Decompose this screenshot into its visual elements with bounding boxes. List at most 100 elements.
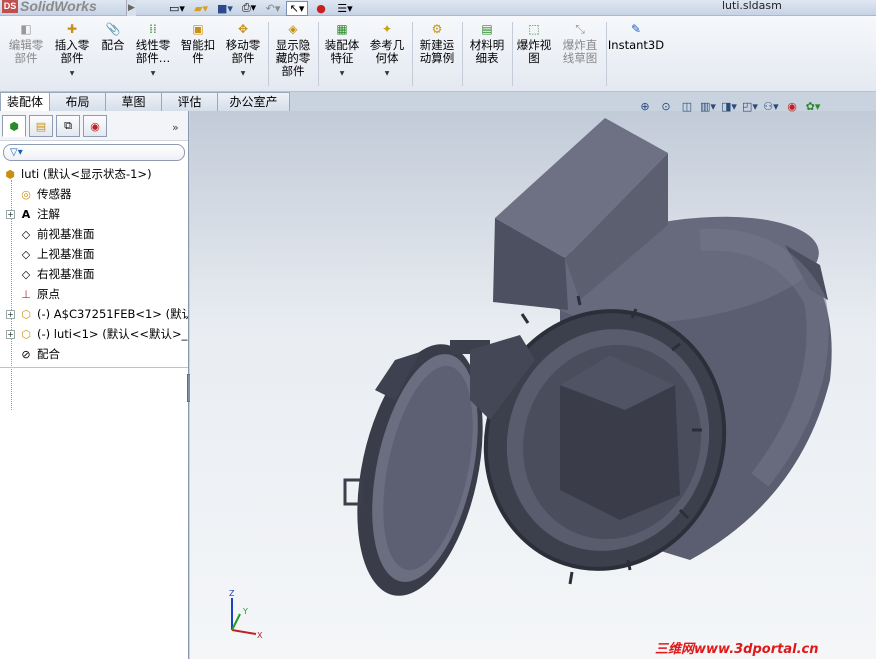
part-icon: ⬡ [21, 327, 31, 341]
new-motion-study-button[interactable]: ⚙ 新建运 动算例 [416, 20, 458, 65]
display-manager-tab-icon[interactable]: ◉ [83, 115, 107, 137]
move-component-icon: ✥ [237, 21, 249, 36]
hide-show-items-icon[interactable]: ⚇▾ [762, 97, 780, 115]
tab-sketch[interactable]: 草图 [105, 92, 163, 111]
edit-part-icon: ◧ [20, 21, 32, 36]
mate-button[interactable]: 📎 配合 [98, 20, 128, 52]
plane-icon: ◇ [21, 267, 31, 281]
tree-item-sensors[interactable]: ◎ 传感器 [0, 184, 188, 204]
heads-up-toolbar: ⊕ ⊙ ◫ ▥▾ ◨▾ ◰▾ ⚇▾ ◉ ✿▾ [636, 97, 822, 115]
dropdown-arrow-icon[interactable]: ▼ [385, 67, 390, 80]
print-icon[interactable]: ⎙▾ [238, 1, 260, 16]
tab-evaluate[interactable]: 评估 [161, 92, 219, 111]
separator [268, 22, 269, 86]
app-name: SolidWorks [20, 0, 97, 14]
property-manager-tab-icon[interactable]: ▤ [29, 115, 53, 137]
rebuild-icon[interactable]: ● [310, 1, 332, 16]
separator [318, 22, 319, 86]
feature-manager-tab-icon[interactable]: ⬢ [2, 115, 26, 137]
tree-item-top-plane[interactable]: ◇ 上视基准面 [0, 244, 188, 264]
undo-icon[interactable]: ↶▾ [262, 1, 284, 16]
previous-view-icon[interactable]: ◫ [678, 97, 696, 115]
axis-x-label: X [257, 631, 263, 640]
exploded-view-icon: ⬚ [528, 21, 540, 36]
explode-line-sketch-icon: ⤡ [575, 21, 585, 36]
expand-icon[interactable]: + [6, 309, 15, 319]
dropdown-arrow-icon[interactable]: ▼ [151, 67, 156, 80]
dropdown-arrow-icon[interactable]: ▼ [340, 67, 345, 80]
plane-icon: ◇ [21, 247, 31, 261]
display-style-icon[interactable]: ◰▾ [741, 97, 759, 115]
instant3d-button[interactable]: ✎ Instant3D [608, 20, 664, 52]
instant3d-icon: ✎ [630, 21, 642, 36]
insert-components-icon: ✚ [66, 21, 78, 36]
tree-item-annotations[interactable]: + A 注解 [0, 204, 188, 224]
feature-tree: ⬢ luti (默认<显示状态-1>) ◎ 传感器 + A 注解 ◇ 前视基准面… [0, 164, 188, 410]
expand-icon[interactable]: + [6, 209, 15, 219]
tree-bottom-divider [0, 367, 188, 368]
tree-filter[interactable]: ▽▾ [3, 144, 185, 161]
insert-components-button[interactable]: ✚ 插入零 部件 ▼ [52, 20, 92, 80]
move-component-button[interactable]: ✥ 移动零 部件 ▼ [222, 20, 264, 80]
plane-icon: ◇ [21, 227, 31, 241]
edit-component-button[interactable]: ◧ 编辑零 部件 [6, 20, 46, 65]
section-view-icon[interactable]: ▥▾ [699, 97, 717, 115]
linear-pattern-icon: ⁞⁞ [149, 21, 157, 36]
view-orientation-icon[interactable]: ◨▾ [720, 97, 738, 115]
separator [412, 22, 413, 86]
tree-item-front-plane[interactable]: ◇ 前视基准面 [0, 224, 188, 244]
annotations-icon: A [21, 207, 31, 221]
new-icon[interactable]: ▭▾ [166, 1, 188, 16]
exploded-view-button[interactable]: ⬚ 爆炸视 图 [514, 20, 554, 65]
filter-icon: ▽▾ [10, 147, 23, 158]
tree-item-component-luti[interactable]: + ⬡ (-) luti<1> (默认<<默认>_ [0, 324, 188, 344]
origin-icon: ⊥ [21, 287, 31, 301]
assembly-features-icon: ▦ [336, 21, 348, 36]
configuration-manager-tab-icon[interactable]: ⧉ [56, 115, 80, 137]
tree-root[interactable]: ⬢ luti (默认<显示状态-1>) [0, 164, 188, 184]
select-icon[interactable]: ↖▾ [286, 0, 308, 16]
chevron-right-icon[interactable]: » [172, 121, 179, 134]
show-hidden-components-button[interactable]: ◈ 显示隐 藏的零 部件 [272, 20, 314, 78]
show-hidden-icon: ◈ [288, 21, 298, 36]
part-icon: ⬡ [21, 307, 31, 321]
smart-fasteners-icon: ▣ [192, 21, 204, 36]
options-icon[interactable]: ☰▾ [334, 1, 356, 16]
bill-of-materials-icon: ▤ [481, 21, 493, 36]
command-manager: ◧ 编辑零 部件 ✚ 插入零 部件 ▼ 📎 配合 ⁞⁞ 线性零 部件… ▼ ▣ … [0, 16, 876, 92]
explode-line-sketch-button[interactable]: ⤡ 爆炸直 线草图 [558, 20, 602, 65]
save-icon[interactable]: ■▾ [214, 1, 236, 16]
new-motion-study-icon: ⚙ [431, 21, 443, 36]
assembly-features-button[interactable]: ▦ 装配体 特征 ▼ [322, 20, 362, 80]
dropdown-arrow-icon[interactable]: ▼ [70, 67, 75, 80]
tree-item-component-a[interactable]: + ⬡ (-) A$C37251FEB<1> (默认 [0, 304, 188, 324]
tab-assembly[interactable]: 装配体 [0, 92, 51, 111]
tree-item-origin[interactable]: ⊥ 原点 [0, 284, 188, 304]
assembly-icon: ⬢ [5, 167, 15, 181]
reference-geometry-button[interactable]: ✦ 参考几 何体 ▼ [366, 20, 408, 80]
axis-triad: Z Y X [229, 589, 263, 640]
tree-item-mates[interactable]: ⊘ 配合 [0, 344, 188, 364]
expand-icon[interactable]: + [6, 329, 15, 339]
smart-fasteners-button[interactable]: ▣ 智能扣 件 [178, 20, 218, 65]
axis-z-label: Z [229, 589, 235, 598]
model-viewport[interactable]: Z Y X [190, 111, 876, 659]
title-bar: DS SolidWorks ▶ ▭▾ ▰▾ ■▾ ⎙▾ ↶▾ ↖▾ ● ☰▾ l… [0, 0, 876, 16]
separator [462, 22, 463, 86]
zoom-to-fit-icon[interactable]: ⊕ [636, 97, 654, 115]
solidworks-logo[interactable]: DS SolidWorks [2, 0, 97, 15]
dropdown-arrow-icon[interactable]: ▼ [241, 67, 246, 80]
linear-component-pattern-button[interactable]: ⁞⁞ 线性零 部件… ▼ [132, 20, 174, 80]
sensors-icon: ◎ [21, 187, 31, 201]
menu-expand-arrow-icon[interactable]: ▶ [126, 0, 136, 16]
apply-scene-icon[interactable]: ✿▾ [804, 97, 822, 115]
zoom-to-area-icon[interactable]: ⊙ [657, 97, 675, 115]
tree-item-right-plane[interactable]: ◇ 右视基准面 [0, 264, 188, 284]
edit-appearance-icon[interactable]: ◉ [783, 97, 801, 115]
bill-of-materials-button[interactable]: ▤ 材料明 细表 [466, 20, 508, 65]
open-icon[interactable]: ▰▾ [190, 1, 212, 16]
tab-office-products[interactable]: 办公室产品 [217, 92, 291, 127]
separator [512, 22, 513, 86]
tab-layout[interactable]: 布局 [49, 92, 107, 111]
watermark: 三维网www.3dportal.cn [655, 642, 819, 657]
